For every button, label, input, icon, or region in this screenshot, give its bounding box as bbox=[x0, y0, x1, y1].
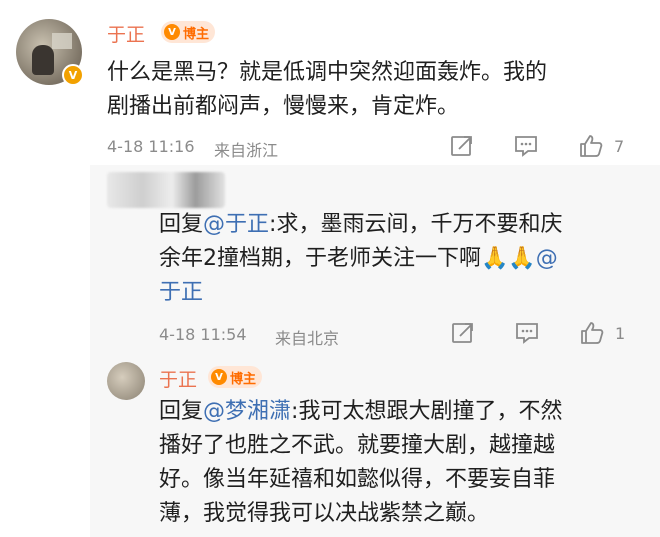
reply1-like-button[interactable]: 1 bbox=[579, 320, 625, 346]
like-icon bbox=[581, 322, 604, 344]
reply2-blogger-tag: V 博主 bbox=[208, 366, 263, 388]
post-time: 4-18 11:16 bbox=[107, 137, 195, 156]
reply1-time: 4-18 11:54 bbox=[159, 325, 247, 344]
reply1-prefix: 回复 bbox=[159, 212, 204, 237]
post-location: 来自浙江 bbox=[214, 141, 279, 160]
reply1-like-count: 1 bbox=[615, 323, 626, 343]
avatar-figure-detail bbox=[52, 33, 72, 49]
comment-icon bbox=[515, 136, 537, 157]
avatar-figure bbox=[32, 45, 54, 75]
reply2-prefix: 回复 bbox=[159, 399, 204, 424]
reply1-comment-button[interactable] bbox=[514, 320, 540, 346]
like-count: 7 bbox=[614, 136, 625, 156]
blogger-tag: V 博主 bbox=[161, 21, 216, 43]
reply1-line2-text: 余年2撞档期，于老师关注一下啊 bbox=[159, 246, 481, 271]
blogger-tag-label: 博主 bbox=[183, 26, 210, 42]
reply1-blurred-avatar-name bbox=[107, 172, 225, 208]
reply2-line-4: 薄，我觉得我可以决战紫禁之巅。 bbox=[159, 501, 490, 526]
reply2-line-1: 回复@梦湘潇:我可太想跟大剧撞了，不然 bbox=[159, 395, 562, 429]
reply1-mention-at[interactable]: @ bbox=[536, 246, 558, 271]
reply1-line-1: 回复@于正:求，墨雨云间，千万不要和庆 bbox=[159, 208, 562, 242]
reply2-line-2: 播好了也胜之不武。就要撞大剧，越撞越 bbox=[159, 433, 556, 458]
reply1-share-button[interactable] bbox=[450, 320, 476, 346]
reply1-line-2: 余年2撞档期，于老师关注一下啊🙏🙏@ bbox=[159, 242, 558, 276]
reply2-author-name[interactable]: 于正 bbox=[159, 365, 197, 392]
verified-badge-icon: V bbox=[62, 64, 84, 86]
reply1-location: 来自北京 bbox=[275, 329, 340, 348]
reply1-mention[interactable]: @于正 bbox=[203, 212, 269, 237]
post-text-line-1: 什么是黑马？就是低调中突然迎面轰炸。我的 bbox=[107, 60, 548, 85]
post-text-line-2: 剧播出前都闷声，慢慢来，肯定炸。 bbox=[107, 94, 460, 119]
reply2-line1-rest: :我可太想跟大剧撞了，不然 bbox=[291, 399, 563, 424]
reply2-mention[interactable]: @梦湘潇 bbox=[203, 399, 291, 424]
like-button[interactable]: 7 bbox=[578, 133, 624, 159]
reply2-avatar[interactable] bbox=[107, 362, 145, 400]
blogger-tag-icon: V bbox=[211, 369, 227, 385]
comment-icon bbox=[516, 323, 538, 344]
reply1-line-3[interactable]: 于正 bbox=[159, 276, 203, 310]
share-icon bbox=[451, 136, 472, 156]
share-button[interactable] bbox=[449, 133, 475, 159]
share-icon bbox=[452, 323, 473, 343]
reply1-emoji: 🙏🙏 bbox=[481, 246, 536, 271]
author-name[interactable]: 于正 bbox=[107, 20, 145, 47]
reply1-line1-rest: :求，墨雨云间，千万不要和庆 bbox=[269, 212, 563, 237]
blogger-tag-icon: V bbox=[164, 24, 180, 40]
reply2-blogger-tag-label: 博主 bbox=[230, 371, 257, 387]
like-icon bbox=[580, 135, 603, 157]
comment-button[interactable] bbox=[513, 133, 539, 159]
reply2-line-3: 好。像当年延禧和如懿似得，不要妄自菲 bbox=[159, 467, 556, 492]
